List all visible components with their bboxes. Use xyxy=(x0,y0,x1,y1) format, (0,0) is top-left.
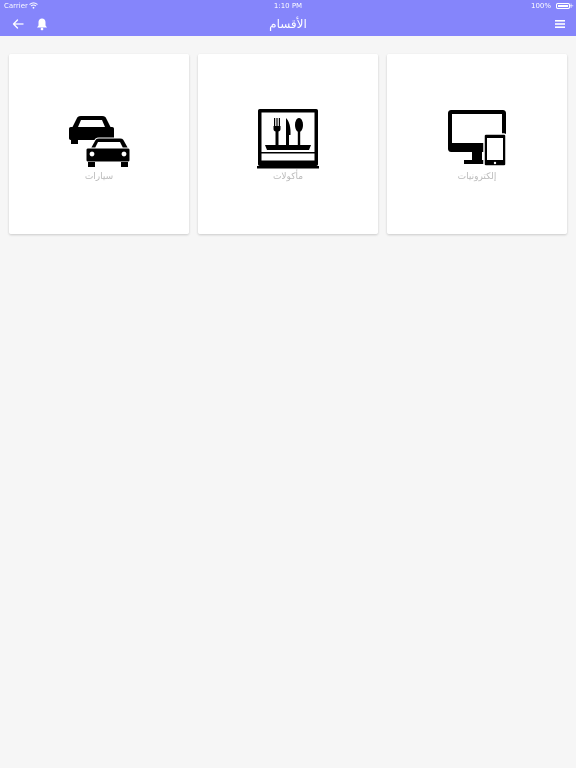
hamburger-menu-icon[interactable] xyxy=(554,18,566,30)
cars-icon xyxy=(69,116,130,167)
battery-percent: 100% xyxy=(530,2,551,10)
category-card-electronics[interactable]: إلكترونيات xyxy=(387,54,567,234)
category-label: سيارات xyxy=(84,172,114,182)
category-label: إلكترونيات xyxy=(457,172,497,182)
charging-icon: + xyxy=(568,2,574,10)
category-card-cars[interactable]: سيارات xyxy=(9,54,189,234)
nav-bar: الأقسام xyxy=(0,12,576,36)
electronics-icon xyxy=(448,110,507,167)
page-title: الأقسام xyxy=(269,17,307,31)
category-card-food[interactable]: مأكولات xyxy=(198,54,378,234)
status-time: 1:10 PM xyxy=(273,2,303,10)
status-bar: Carrier 1:10 PM 100% + xyxy=(0,0,576,12)
food-icon xyxy=(257,109,319,169)
top-bar: Carrier 1:10 PM 100% + الأقسام xyxy=(0,0,576,36)
category-label: مأكولات xyxy=(272,172,304,182)
